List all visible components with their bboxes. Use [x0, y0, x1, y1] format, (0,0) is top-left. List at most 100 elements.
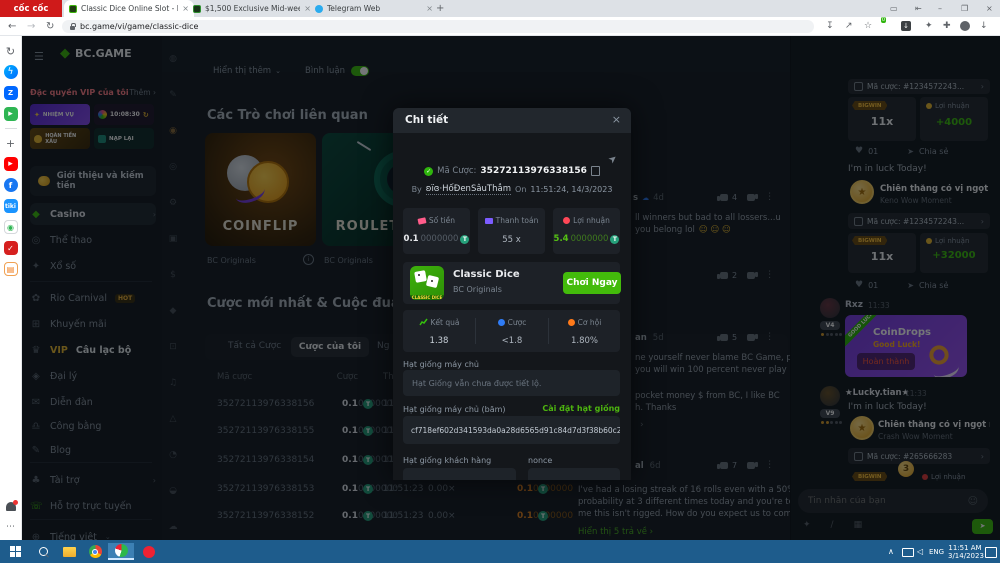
tab-favicon [193, 5, 201, 13]
chance-icon [568, 319, 575, 326]
game-row: CLASSIC DICE Classic Dice BC Originals C… [403, 262, 620, 304]
bcgame-favicon [69, 5, 77, 13]
play-now-button[interactable]: Chơi Ngay [563, 272, 621, 294]
clock[interactable]: 11:51 AM 3/14/2023 [948, 544, 982, 560]
nonce-box[interactable] [528, 468, 620, 480]
payout-icon [485, 218, 493, 224]
action-center-icon[interactable] [985, 547, 997, 558]
coccoc-side-panel: ↻ ϟ Z ▸ + ▸ f tiki ◉ ✓ ▤ ⋯ [0, 36, 22, 540]
server-seed-hash-box[interactable]: cf718ef602d341593da0a28d6565d91c84d7d3f3… [403, 416, 620, 444]
save-page-icon[interactable]: ↧ [826, 21, 834, 31]
result-chart-icon [419, 318, 428, 327]
sports-site-icon[interactable]: ◉ [4, 220, 18, 234]
browser-tab-bar: cốc cốc Classic Dice Online Slot - Pla ×… [0, 0, 1000, 17]
tiki-icon[interactable]: tiki [4, 199, 18, 213]
idm-extension-icon[interactable]: ↓ [901, 21, 911, 31]
seed-settings-link[interactable]: Cài đặt hạt giống [542, 404, 620, 413]
server-seed-box: Hạt Giống vẫn chưa được tiết lộ. [403, 370, 620, 396]
extensions-menu-icon[interactable]: ✚ [943, 21, 951, 31]
modal-share-icon[interactable]: ➤ [606, 153, 619, 167]
cart-icon[interactable]: ▤ [4, 262, 18, 276]
start-button[interactable] [2, 543, 28, 560]
payout-card: Thanh toán 55 x [478, 208, 545, 254]
game-provider: BC Originals [453, 285, 502, 294]
youtube-icon[interactable]: ▸ [4, 157, 18, 171]
outcome-row: Kết quả 1.38 Cược <1.8 Cơ hội 1.80% [403, 310, 620, 352]
new-tab-button[interactable]: + [436, 3, 444, 14]
chance-value: 1.80% [549, 336, 620, 346]
server-seed-hash-label: Hạt giống máy chủ (băm) [403, 405, 506, 414]
modal-title: Chi tiết [405, 114, 448, 126]
modal-close-icon[interactable]: × [612, 113, 621, 126]
bet-target-value: <1.8 [476, 336, 548, 346]
file-explorer-icon[interactable] [56, 543, 82, 560]
messenger-icon[interactable]: ϟ [4, 65, 18, 79]
result-value: 1.38 [403, 336, 475, 346]
verified-icon: ✓ [424, 167, 433, 176]
bet-author[interactable]: ʚïɞ‧HốĐenSâuThẳm [426, 184, 511, 195]
taskbar-search-icon[interactable] [30, 543, 56, 560]
forward-icon[interactable]: → [27, 21, 35, 32]
divider [5, 128, 17, 129]
url-text: bc.game/vi/game/classic-dice [80, 22, 198, 31]
coccoc-taskbar-icon[interactable] [108, 543, 134, 560]
share-page-icon[interactable]: ↗ [845, 21, 853, 31]
game-center-icon[interactable]: ▸ [4, 107, 18, 121]
amount-card: Số tiền 0.10000000 T [403, 208, 470, 254]
copy-icon[interactable] [591, 166, 600, 176]
modal-header: Chi tiết × [393, 108, 631, 133]
more-options-icon[interactable]: ⋯ [6, 522, 15, 532]
tab-close-icon[interactable]: × [426, 4, 433, 13]
pin-window-icon[interactable]: ⇤ [915, 4, 922, 13]
browser-brand[interactable]: cốc cốc [0, 0, 62, 17]
network-icon[interactable] [902, 548, 914, 557]
url-field[interactable]: bc.game/vi/game/classic-dice [62, 20, 814, 33]
usdt-coin-icon: T [610, 235, 619, 244]
reload-icon[interactable]: ↻ [46, 21, 54, 32]
volume-icon[interactable]: ◁ [917, 547, 923, 556]
server-seed-label: Hạt giống máy chủ [403, 360, 479, 369]
usdt-coin-icon: T [460, 235, 469, 244]
client-seed-label: Hạt giống khách hàng [403, 456, 491, 465]
window-close-icon[interactable]: × [986, 4, 993, 13]
extension-icon[interactable]: ✦ [925, 21, 933, 31]
language-indicator[interactable]: ENG [929, 548, 944, 556]
check-site-icon[interactable]: ✓ [4, 241, 18, 255]
zalo-icon[interactable]: Z [4, 86, 18, 100]
telegram-favicon [315, 5, 323, 13]
bet-id-value: 35272113976338156 [480, 166, 586, 176]
chrome-icon[interactable] [82, 543, 108, 560]
history-icon[interactable]: ↻ [4, 44, 18, 58]
browser-tab[interactable]: Telegram Web × [310, 0, 438, 17]
profile-avatar-icon[interactable] [960, 21, 970, 31]
bookmark-star-icon[interactable]: ☆ [864, 21, 872, 31]
facebook-icon[interactable]: f [4, 178, 18, 192]
back-icon[interactable]: ← [8, 21, 16, 32]
browser-url-bar: ← → ↻ bc.game/vi/game/classic-dice ↧ ↗ ☆… [0, 17, 1000, 36]
chip-icon [563, 217, 570, 224]
client-seed-box[interactable] [403, 468, 516, 480]
hidden-icons-chevron[interactable]: ∧ [888, 547, 894, 556]
bet-target-icon [498, 319, 505, 326]
bet-details-modal: Chi tiết × ➤ ✓ Mã Cược: 3527211397633815… [393, 108, 631, 480]
profit-card: Lợi nhuận 5.40000000 T [553, 208, 620, 254]
browser-tab-active[interactable]: Classic Dice Online Slot - Pla × [64, 0, 194, 17]
reading-mode-icon[interactable]: ▭ [890, 4, 898, 13]
bet-datetime: 11:51:24, 14/3/2023 [530, 185, 612, 194]
downloads-icon[interactable]: ↓ [980, 21, 988, 31]
money-icon [417, 217, 426, 225]
bet-id-row: ✓ Mã Cược: 35272113976338156 [393, 166, 631, 176]
minimize-icon[interactable]: – [938, 4, 942, 13]
windows-taskbar: ∧ ◁ ENG 11:51 AM 3/14/2023 [0, 540, 1000, 563]
screen: ◆ Casino ◎ Thể thao APE ⌄ 0.00369367 Ví … [0, 0, 1000, 563]
alert-bell-icon[interactable] [6, 502, 16, 511]
bet-author-row: By ʚïɞ‧HốĐenSâuThẳm On 11:51:24, 14/3/20… [393, 184, 631, 195]
classic-dice-tile[interactable]: CLASSIC DICE [410, 266, 444, 300]
add-shortcut-icon[interactable]: + [4, 136, 18, 150]
red-app-icon[interactable] [136, 543, 162, 560]
browser-tab[interactable]: $1,500 Exclusive Mid-week C × [188, 0, 316, 17]
nonce-label: nonce [528, 456, 552, 465]
game-title: Classic Dice [453, 269, 520, 280]
maximize-icon[interactable]: ❐ [961, 4, 968, 13]
padlock-icon [70, 26, 75, 30]
